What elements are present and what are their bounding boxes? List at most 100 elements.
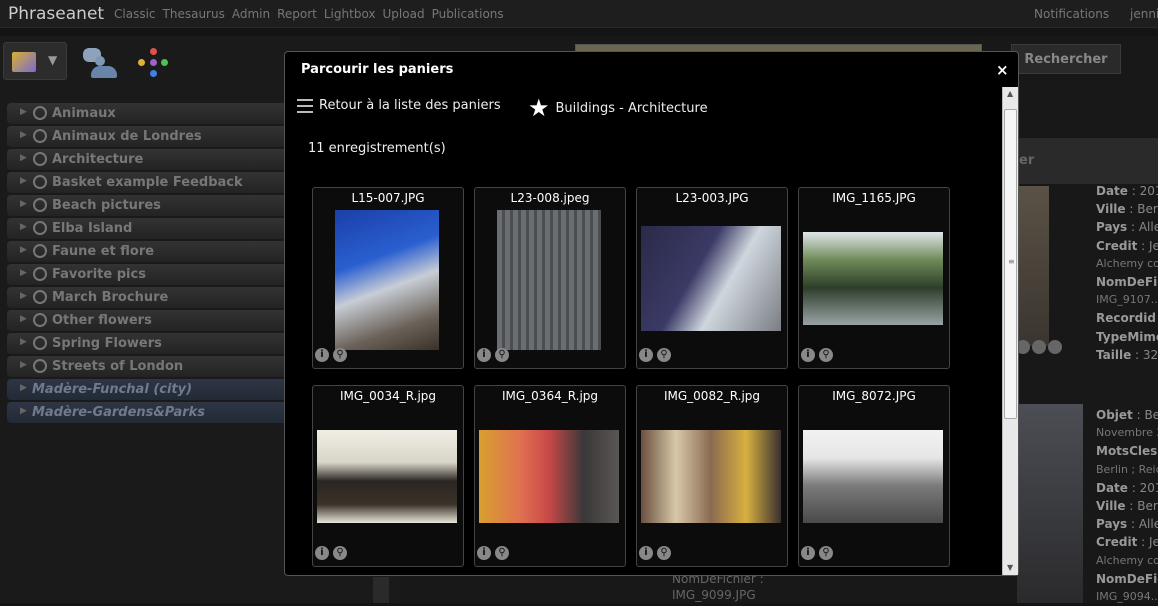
back-to-baskets-link[interactable]: Retour à la liste des paniers: [297, 98, 501, 113]
search-button[interactable]: Rechercher: [1011, 44, 1121, 74]
users-icon[interactable]: [83, 48, 117, 80]
expand-arrow-icon[interactable]: ▶: [20, 176, 27, 186]
expand-arrow-icon[interactable]: ▶: [20, 291, 27, 301]
basket-title: ★ Buildings - Architecture: [528, 96, 708, 120]
nav-item-publications[interactable]: Publications: [432, 7, 504, 21]
info-icon[interactable]: i: [477, 348, 491, 362]
expand-arrow-icon[interactable]: ▶: [20, 245, 27, 255]
zoom-icon[interactable]: ⚲: [819, 546, 833, 560]
zoom-icon[interactable]: ⚲: [495, 348, 509, 362]
info-icon[interactable]: i: [477, 546, 491, 560]
scrollbar-thumb[interactable]: ≡: [1004, 109, 1017, 419]
close-icon[interactable]: ×: [996, 61, 1009, 79]
info-icon[interactable]: i: [639, 546, 653, 560]
basket-icon: [33, 336, 47, 350]
record-card[interactable]: IMG_0034_R.jpg i ⚲: [312, 385, 464, 567]
expand-arrow-icon[interactable]: ▶: [20, 153, 27, 163]
zoom-icon[interactable]: ⚲: [657, 546, 671, 560]
expand-arrow-icon[interactable]: ▶: [20, 360, 27, 370]
user-menu[interactable]: jenni: [1130, 7, 1158, 21]
record-card[interactable]: L23-003.JPG i ⚲: [636, 187, 788, 369]
record-thumbnail[interactable]: [641, 430, 781, 523]
network-icon[interactable]: [138, 48, 168, 78]
record-thumbnail[interactable]: [317, 430, 457, 523]
record-card[interactable]: IMG_8072.JPG i ⚲: [798, 385, 950, 567]
basket-label: Animaux de Londres: [52, 129, 202, 144]
expand-arrow-icon[interactable]: ▶: [20, 337, 27, 347]
results-header-label: er: [1019, 153, 1035, 168]
expand-arrow-icon[interactable]: ▶: [20, 406, 27, 416]
record-thumbnail[interactable]: [641, 226, 781, 331]
record-actions: [1016, 340, 1062, 354]
zoom-icon[interactable]: ⚲: [333, 546, 347, 560]
record-metadata: Objet : Berlin Novembre 2 MotsCles : Berlin…: [1096, 406, 1158, 606]
expand-arrow-icon[interactable]: ▶: [20, 268, 27, 278]
scroll-down-icon[interactable]: ▼: [1007, 563, 1013, 572]
basket-icon: [33, 359, 47, 373]
record-thumbnail[interactable]: [1017, 186, 1049, 346]
basket-label: Favorite pics: [52, 267, 146, 282]
list-icon[interactable]: [1032, 340, 1046, 354]
back-label: Retour à la liste des paniers: [319, 98, 501, 113]
nav-item-report[interactable]: Report: [277, 7, 317, 21]
info-icon[interactable]: i: [315, 546, 329, 560]
record-thumbnail[interactable]: [479, 430, 619, 523]
info-icon[interactable]: i: [315, 348, 329, 362]
dialog-scrollbar[interactable]: ▲ ≡ ▼: [1002, 87, 1018, 575]
basket-icon: [33, 290, 47, 304]
basket-tool-button[interactable]: ▼: [3, 42, 67, 80]
zoom-icon[interactable]: ⚲: [333, 348, 347, 362]
expand-arrow-icon[interactable]: ▶: [20, 222, 27, 232]
basket-label: Basket example Feedback: [52, 175, 243, 190]
record-thumbnail[interactable]: [803, 430, 943, 523]
expand-arrow-icon[interactable]: ▶: [20, 107, 27, 117]
record-card[interactable]: L15-007.JPG i ⚲: [312, 187, 464, 369]
results-header: [1018, 138, 1158, 184]
notifications-link[interactable]: Notifications: [1034, 7, 1109, 21]
nav-item-classic[interactable]: Classic: [114, 7, 156, 21]
record-thumbnail[interactable]: [335, 210, 439, 350]
record-card[interactable]: L23-008.jpeg i ⚲: [474, 187, 626, 369]
nav-item-admin[interactable]: Admin: [232, 7, 270, 21]
basket-label: Elba Island: [52, 221, 133, 236]
record-card[interactable]: IMG_0082_R.jpg i ⚲: [636, 385, 788, 567]
basket-icon: [33, 152, 47, 166]
record-thumbnail[interactable]: [1017, 404, 1083, 603]
record-thumbnail[interactable]: [803, 232, 943, 325]
basket-label: Streets of London: [52, 359, 184, 374]
scrollbar[interactable]: [373, 577, 389, 603]
basket-icon: [33, 106, 47, 120]
record-filename: IMG_1165.JPG: [832, 191, 916, 205]
zoom-icon[interactable]: [1048, 340, 1062, 354]
record-filename: L23-003.JPG: [675, 191, 749, 205]
zoom-icon[interactable]: ⚲: [657, 348, 671, 362]
info-icon[interactable]: i: [801, 546, 815, 560]
expand-arrow-icon[interactable]: ▶: [20, 130, 27, 140]
zoom-icon[interactable]: ⚲: [819, 348, 833, 362]
expand-arrow-icon[interactable]: ▶: [20, 199, 27, 209]
zoom-icon[interactable]: ⚲: [495, 546, 509, 560]
metadata-row: Objet : Berlin: [1096, 408, 1158, 422]
dialog-title: Parcourir les paniers: [301, 62, 454, 77]
record-card[interactable]: IMG_1165.JPG i ⚲: [798, 187, 950, 369]
metadata-row: Ville : Berlin: [1096, 499, 1158, 514]
metadata-row: TypeMime :: [1096, 329, 1158, 344]
scroll-up-icon[interactable]: ▲: [1007, 89, 1013, 98]
nav-item-upload[interactable]: Upload: [383, 7, 425, 21]
metadata-row: Date : 2012: [1096, 184, 1158, 198]
metadata-row: IMG_9107...: [1096, 293, 1158, 307]
nav-item-thesaurus[interactable]: Thesaurus: [163, 7, 225, 21]
nav-item-lightbox[interactable]: Lightbox: [324, 7, 376, 21]
expand-arrow-icon[interactable]: ▶: [20, 383, 27, 393]
basket-title-label: Buildings - Architecture: [555, 100, 708, 116]
record-card[interactable]: IMG_0364_R.jpg i ⚲: [474, 385, 626, 567]
info-icon[interactable]: i: [801, 348, 815, 362]
metadata-row: Pays : Allen: [1096, 517, 1158, 532]
app-logo[interactable]: Phraseanet: [8, 4, 104, 24]
info-icon[interactable]: i: [639, 348, 653, 362]
metadata-row: Alchemy co: [1096, 553, 1158, 567]
record-thumbnail[interactable]: [497, 210, 601, 350]
metadata-row: IMG_9094...: [1096, 590, 1158, 604]
record-filename: L15-007.JPG: [351, 191, 425, 205]
expand-arrow-icon[interactable]: ▶: [20, 314, 27, 324]
